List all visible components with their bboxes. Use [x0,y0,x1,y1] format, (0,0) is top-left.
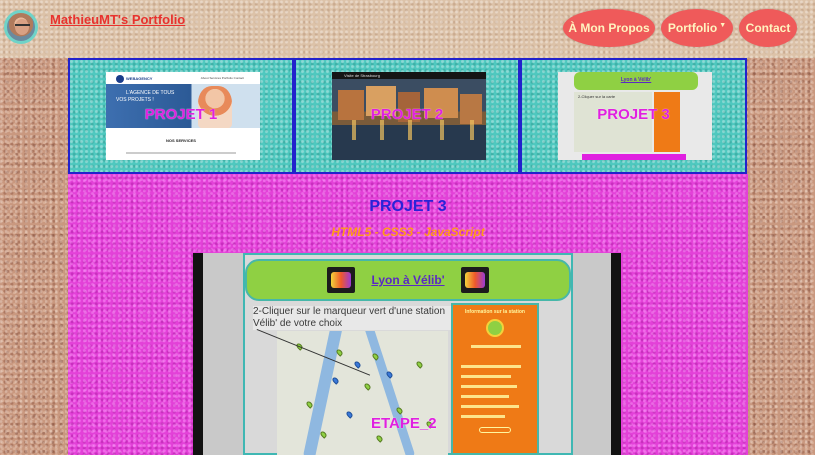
mini-services-heading: NOS SERVICES [166,138,196,143]
velib-logo-icon [459,265,491,295]
project-title: PROJET 3 [369,198,447,215]
mini-hero-line1: L'AGENCE DE TOUS [126,90,175,96]
project-3-label: PROJET 3 [597,106,670,123]
slide-screenshot: Lyon à Vélib' 2-Cliquer sur le marqueur … [243,253,573,455]
velib-badge-icon [486,319,504,337]
mini-step-text: 2-Cliquer sur la carte [578,94,616,99]
nav-about-label: À Mon Propos [568,21,650,35]
site-title-link[interactable]: MathieuMT's Portfolio [50,12,185,27]
chevron-down-icon: ▼ [719,21,727,29]
reserve-button[interactable] [479,427,511,433]
project-thumb-3[interactable]: Lyon à Vélib' 2-Cliquer sur la carte PRO… [520,58,747,174]
mini-app-title: Lyon à Vélib' [620,77,652,83]
avatar[interactable] [4,10,38,44]
mini-logo-text: WEBAGENCY [126,76,153,81]
city-map [277,331,448,455]
mini-hero-line2: VOS PROJETS ! [116,97,154,103]
site-header: MathieuMT's Portfolio À Mon Propos Portf… [0,0,815,58]
mini-nav-text: About Services Portfolio Contact [200,76,244,80]
info-panel-title: Information sur la station [464,309,525,315]
step-instruction: 2-Cliquer sur le marqueur vert d'une sta… [253,306,453,330]
project-thumb-1[interactable]: WEBAGENCY About Services Portfolio Conta… [68,58,294,174]
nav-contact-button[interactable]: Contact [739,9,797,47]
app-header: Lyon à Vélib' [245,259,571,301]
station-info-panel: Information sur la station [451,303,539,455]
nav-portfolio-label: Portfolio [667,21,718,35]
project-detail-panel: PROJET 3 HTML5 - CSS3 - JavaScript ‹ › L… [68,174,748,455]
nav-about-button[interactable]: À Mon Propos [563,9,655,47]
project-thumb-2[interactable]: Visite de Strasbourg PROJET 2 [294,58,520,174]
step-label: ETAPE_2 [371,415,437,432]
mini-bar-text: Visite de Strasbourg [344,73,380,78]
project-technologies: HTML5 - CSS3 - JavaScript [331,225,485,239]
app-title: Lyon à Vélib' [371,273,445,287]
nav-contact-label: Contact [745,21,791,35]
webagency-logo-icon [116,75,124,83]
project-1-label: PROJET 1 [144,106,218,123]
nav-portfolio-button[interactable]: Portfolio ▼ [661,9,733,47]
project-2-label: PROJET 2 [370,106,444,123]
